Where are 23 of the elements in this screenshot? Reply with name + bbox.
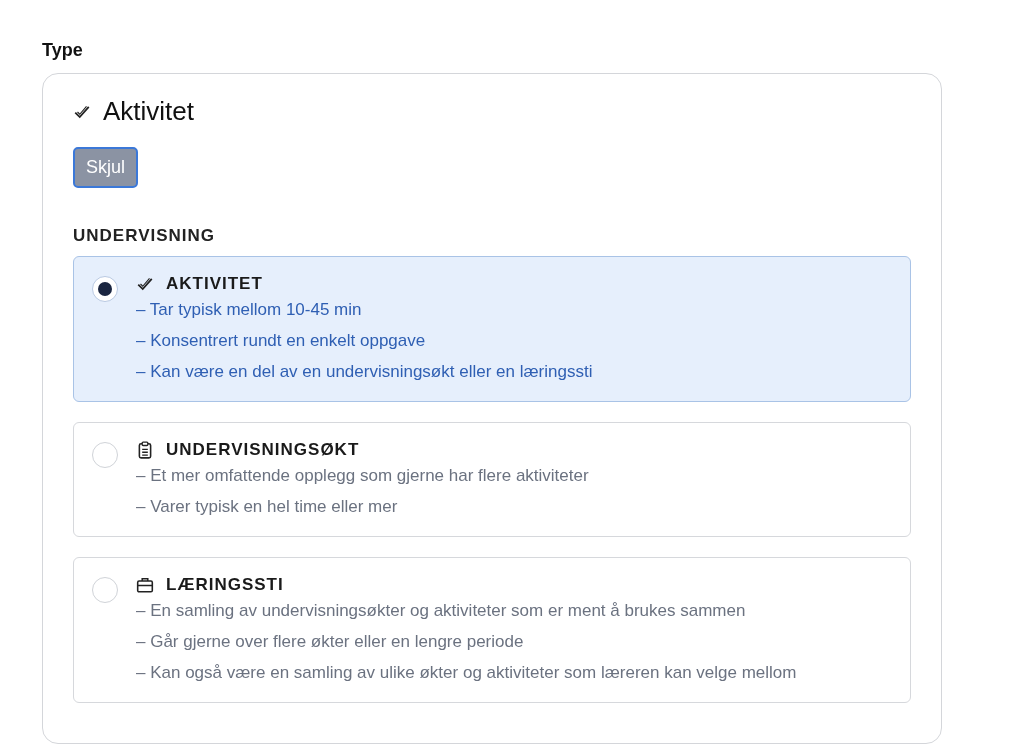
briefcase-icon <box>136 576 154 594</box>
option-description: – Et mer omfattende opplegg som gjerne har flere aktiviteter <box>136 465 589 487</box>
option-title: UNDERVISNINGSØKT <box>166 440 360 460</box>
option-card[interactable] <box>73 557 911 703</box>
option-card[interactable]: UNDERVISNINGSØKT – Et mer omfattende opplegg som gjerne har flere aktiviteter – Varer typisk en hel time eller mer <box>73 422 911 537</box>
field-label: Type <box>42 40 84 61</box>
option-title: AKTIVITET <box>166 274 263 294</box>
card-heading: Aktivitet <box>103 96 195 127</box>
option-description: – Konsentrert rundt en enkelt oppgave <box>136 330 427 352</box>
option-description: – Kan også være en samling av ulike økter og aktiviteter som læreren kan velge mellom <box>136 662 797 684</box>
radio-button[interactable] <box>92 577 118 603</box>
radio-button[interactable] <box>92 442 118 468</box>
section-title: UNDERVISNING <box>73 226 217 246</box>
option-description: – En samling av undervisningsøkter og aktiviteter som er ment å brukes sammen <box>136 600 747 622</box>
option-description: – Varer typisk en hel time eller mer <box>136 496 399 518</box>
radio-button[interactable] <box>92 276 118 302</box>
option-description: – Går gjerne over flere økter eller en lengre periode <box>136 631 525 653</box>
check-icon <box>136 275 154 293</box>
option-title: LÆRINGSSTI <box>166 575 284 595</box>
option-description: – Kan være en del av en undervisningsøkt eller en læringssti <box>136 361 593 383</box>
clipboard-icon <box>136 441 154 459</box>
option-card[interactable]: AKTIVITET – Tar typisk mellom 10-45 min – Konsentrert rundt en enkelt oppgave – Kan være en del av en undervisningsøkt eller en læringssti <box>73 256 911 402</box>
option-description: – Tar typisk mellom 10-45 min <box>136 299 363 321</box>
